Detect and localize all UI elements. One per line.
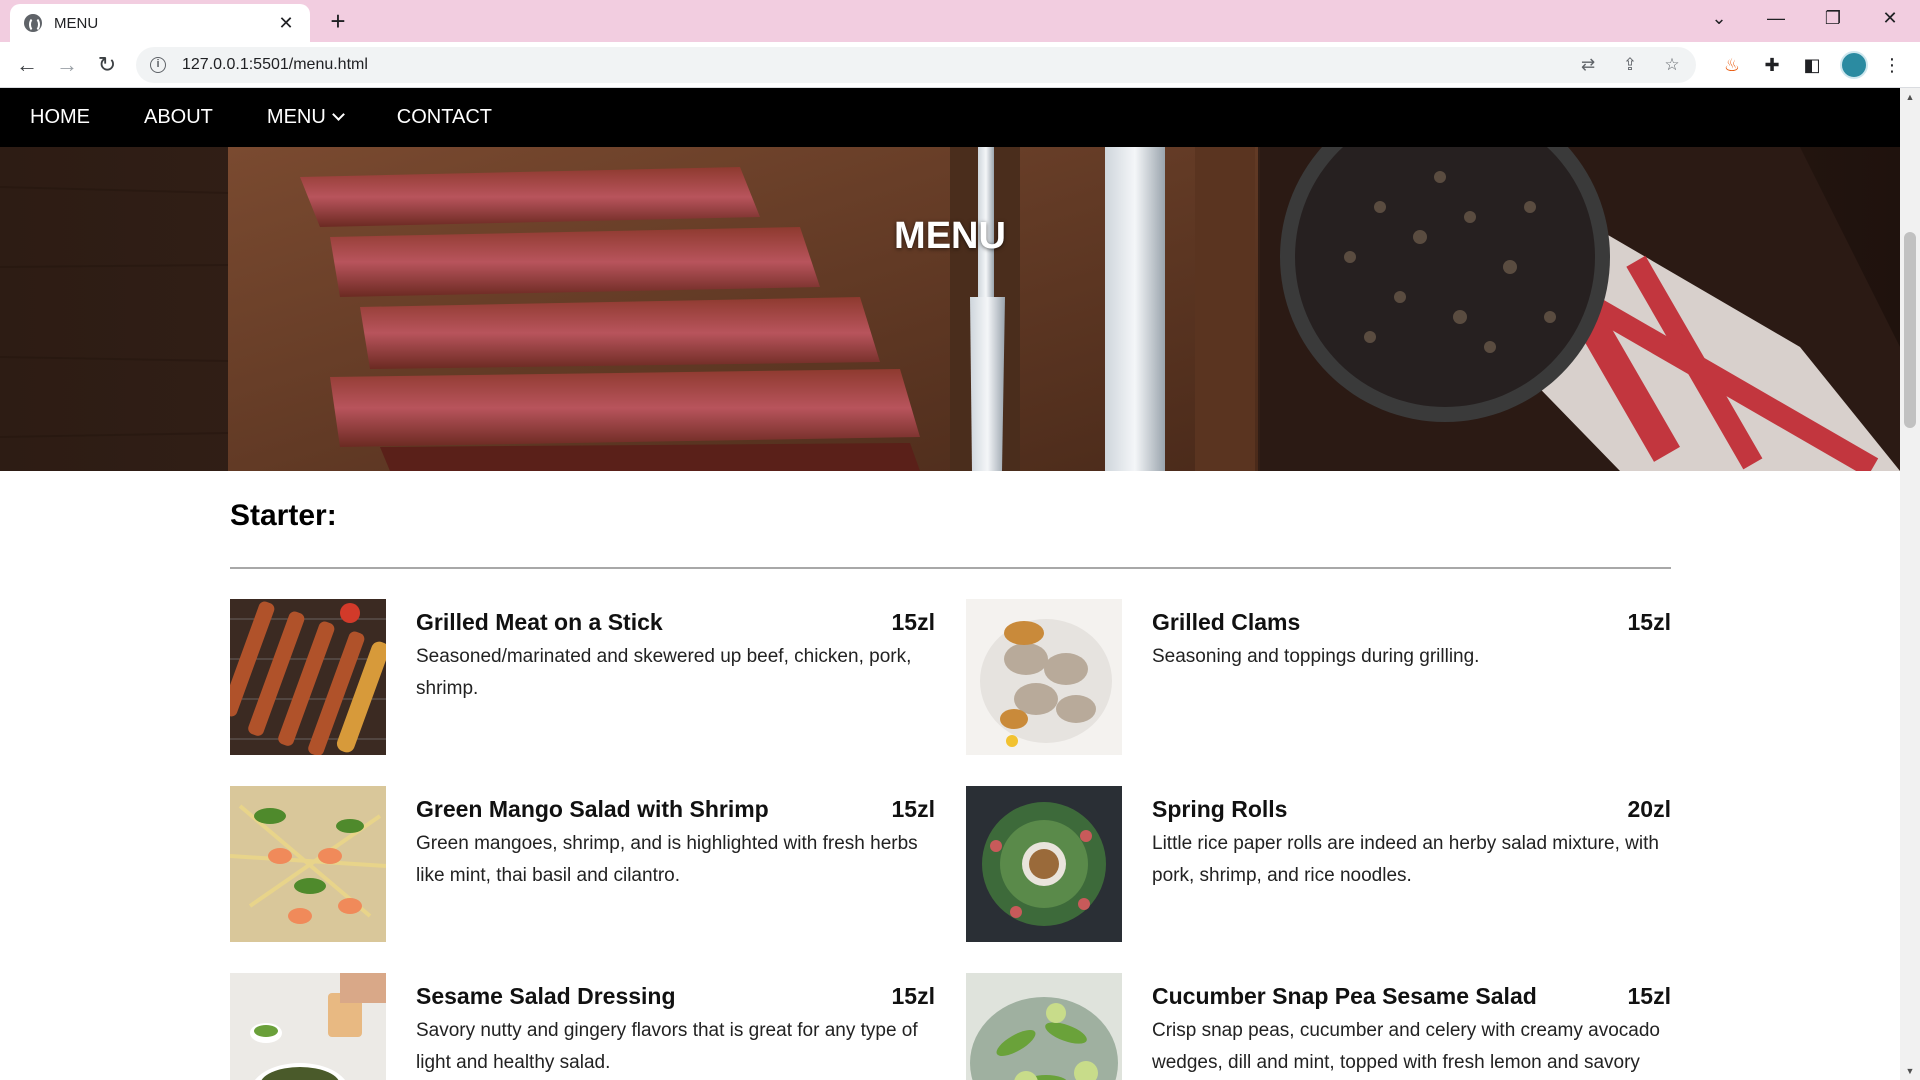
share-icon[interactable]: ⇪ xyxy=(1620,55,1640,75)
restore-button[interactable]: ❐ xyxy=(1818,8,1848,29)
item-name: Spring Rolls xyxy=(1152,796,1288,822)
item-price: 15zl xyxy=(1627,983,1671,1009)
reload-icon[interactable]: ↻ xyxy=(93,51,121,79)
site-navbar: HOME ABOUT MENU CONTACT xyxy=(0,88,1900,147)
close-window-button[interactable]: ✕ xyxy=(1875,8,1905,29)
menu-item[interactable]: Sesame Salad Dressing 15zl Savory nutty … xyxy=(230,973,935,1080)
site-info-icon[interactable]: i xyxy=(150,57,166,73)
menu-content: Starter: Grilled Meat on a Stick 15zl Se… xyxy=(230,471,1671,1080)
section-title: Starter: xyxy=(230,499,337,532)
cucumber-salad-image xyxy=(966,973,1122,1080)
profile-avatar[interactable] xyxy=(1840,51,1868,79)
scroll-up-icon[interactable]: ▲ xyxy=(1904,92,1916,102)
menu-item[interactable]: Cucumber Snap Pea Sesame Salad 15zl Cris… xyxy=(966,973,1671,1080)
browser-tab-bar: MENU ✕ + ⌄ — ❐ ✕ xyxy=(0,0,1920,42)
item-name: Green Mango Salad with Shrimp xyxy=(416,796,769,822)
hero-steak-image xyxy=(0,147,1900,471)
browser-menu-icon[interactable]: ⋮ xyxy=(1880,53,1904,77)
menu-item[interactable]: Green Mango Salad with Shrimp 15zl Green… xyxy=(230,786,935,946)
chevron-down-icon xyxy=(331,108,345,121)
forward-icon[interactable]: → xyxy=(53,51,81,79)
translate-icon[interactable]: ⇄ xyxy=(1578,55,1598,75)
bookmark-star-icon[interactable]: ☆ xyxy=(1662,55,1682,75)
nav-about-link[interactable]: ABOUT xyxy=(144,106,213,129)
item-price: 15zl xyxy=(891,796,935,822)
url-text[interactable]: 127.0.0.1:5501/menu.html xyxy=(182,56,1556,74)
extension-flame-icon[interactable]: ♨ xyxy=(1720,53,1744,77)
menu-item[interactable]: Grilled Clams 15zl Seasoning and topping… xyxy=(966,599,1671,759)
tab-search-icon[interactable]: ⌄ xyxy=(1704,8,1734,29)
item-description: Little rice paper rolls are indeed an he… xyxy=(1152,833,1659,886)
browser-tab[interactable]: MENU ✕ xyxy=(10,4,310,42)
scrollbar-thumb[interactable] xyxy=(1904,232,1916,428)
scroll-down-icon[interactable]: ▼ xyxy=(1904,1066,1916,1076)
item-price: 20zl xyxy=(1627,796,1671,822)
nav-menu-link[interactable]: MENU xyxy=(266,106,345,129)
page-scrollbar[interactable]: ▲ ▼ xyxy=(1900,88,1920,1080)
tab-close-icon[interactable]: ✕ xyxy=(276,13,296,34)
nav-menu-label: MENU xyxy=(266,106,326,128)
browser-toolbar: ← → ↻ i 127.0.0.1:5501/menu.html ⇄ ⇪ ☆ ♨… xyxy=(0,42,1920,88)
new-tab-button[interactable]: + xyxy=(326,8,350,34)
item-description: Green mangoes, shrimp, and is highlighte… xyxy=(416,833,918,886)
side-panel-icon[interactable]: ◧ xyxy=(1800,53,1824,77)
extensions-puzzle-icon[interactable]: ✚ xyxy=(1760,53,1784,77)
page-title: MENU xyxy=(894,215,1006,257)
item-price: 15zl xyxy=(1627,609,1671,635)
sesame-dressing-image xyxy=(230,973,386,1080)
tab-title: MENU xyxy=(54,14,99,32)
menu-item[interactable]: Grilled Meat on a Stick 15zl Seasoned/ma… xyxy=(230,599,935,759)
globe-icon xyxy=(24,14,42,32)
clams-image xyxy=(966,599,1122,755)
item-name: Grilled Meat on a Stick xyxy=(416,609,663,635)
menu-item[interactable]: Spring Rolls 20zl Little rice paper roll… xyxy=(966,786,1671,946)
item-price: 15zl xyxy=(891,609,935,635)
mango-salad-image xyxy=(230,786,386,942)
item-description: Savory nutty and gingery flavors that is… xyxy=(416,1020,918,1073)
back-icon[interactable]: ← xyxy=(13,51,41,79)
nav-home-link[interactable]: HOME xyxy=(30,106,90,129)
item-description: Seasoned/marinated and skewered up beef,… xyxy=(416,646,912,699)
item-description: Crisp snap peas, cucumber and celery wit… xyxy=(1152,1020,1660,1073)
item-name: Sesame Salad Dressing xyxy=(416,983,676,1009)
section-divider xyxy=(230,567,1671,569)
nav-contact-link[interactable]: CONTACT xyxy=(397,106,492,129)
spring-rolls-image xyxy=(966,786,1122,942)
page-viewport: HOME ABOUT MENU CONTACT MENU Starter: Gr… xyxy=(0,88,1900,1080)
item-description: Seasoning and toppings during grilling. xyxy=(1152,646,1480,667)
skewers-image xyxy=(230,599,386,755)
address-bar[interactable]: i 127.0.0.1:5501/menu.html ⇄ ⇪ ☆ xyxy=(136,47,1696,83)
item-name: Cucumber Snap Pea Sesame Salad xyxy=(1152,983,1537,1009)
item-name: Grilled Clams xyxy=(1152,609,1301,635)
item-price: 15zl xyxy=(891,983,935,1009)
minimize-button[interactable]: — xyxy=(1761,8,1791,29)
hero-banner: MENU xyxy=(0,147,1900,471)
